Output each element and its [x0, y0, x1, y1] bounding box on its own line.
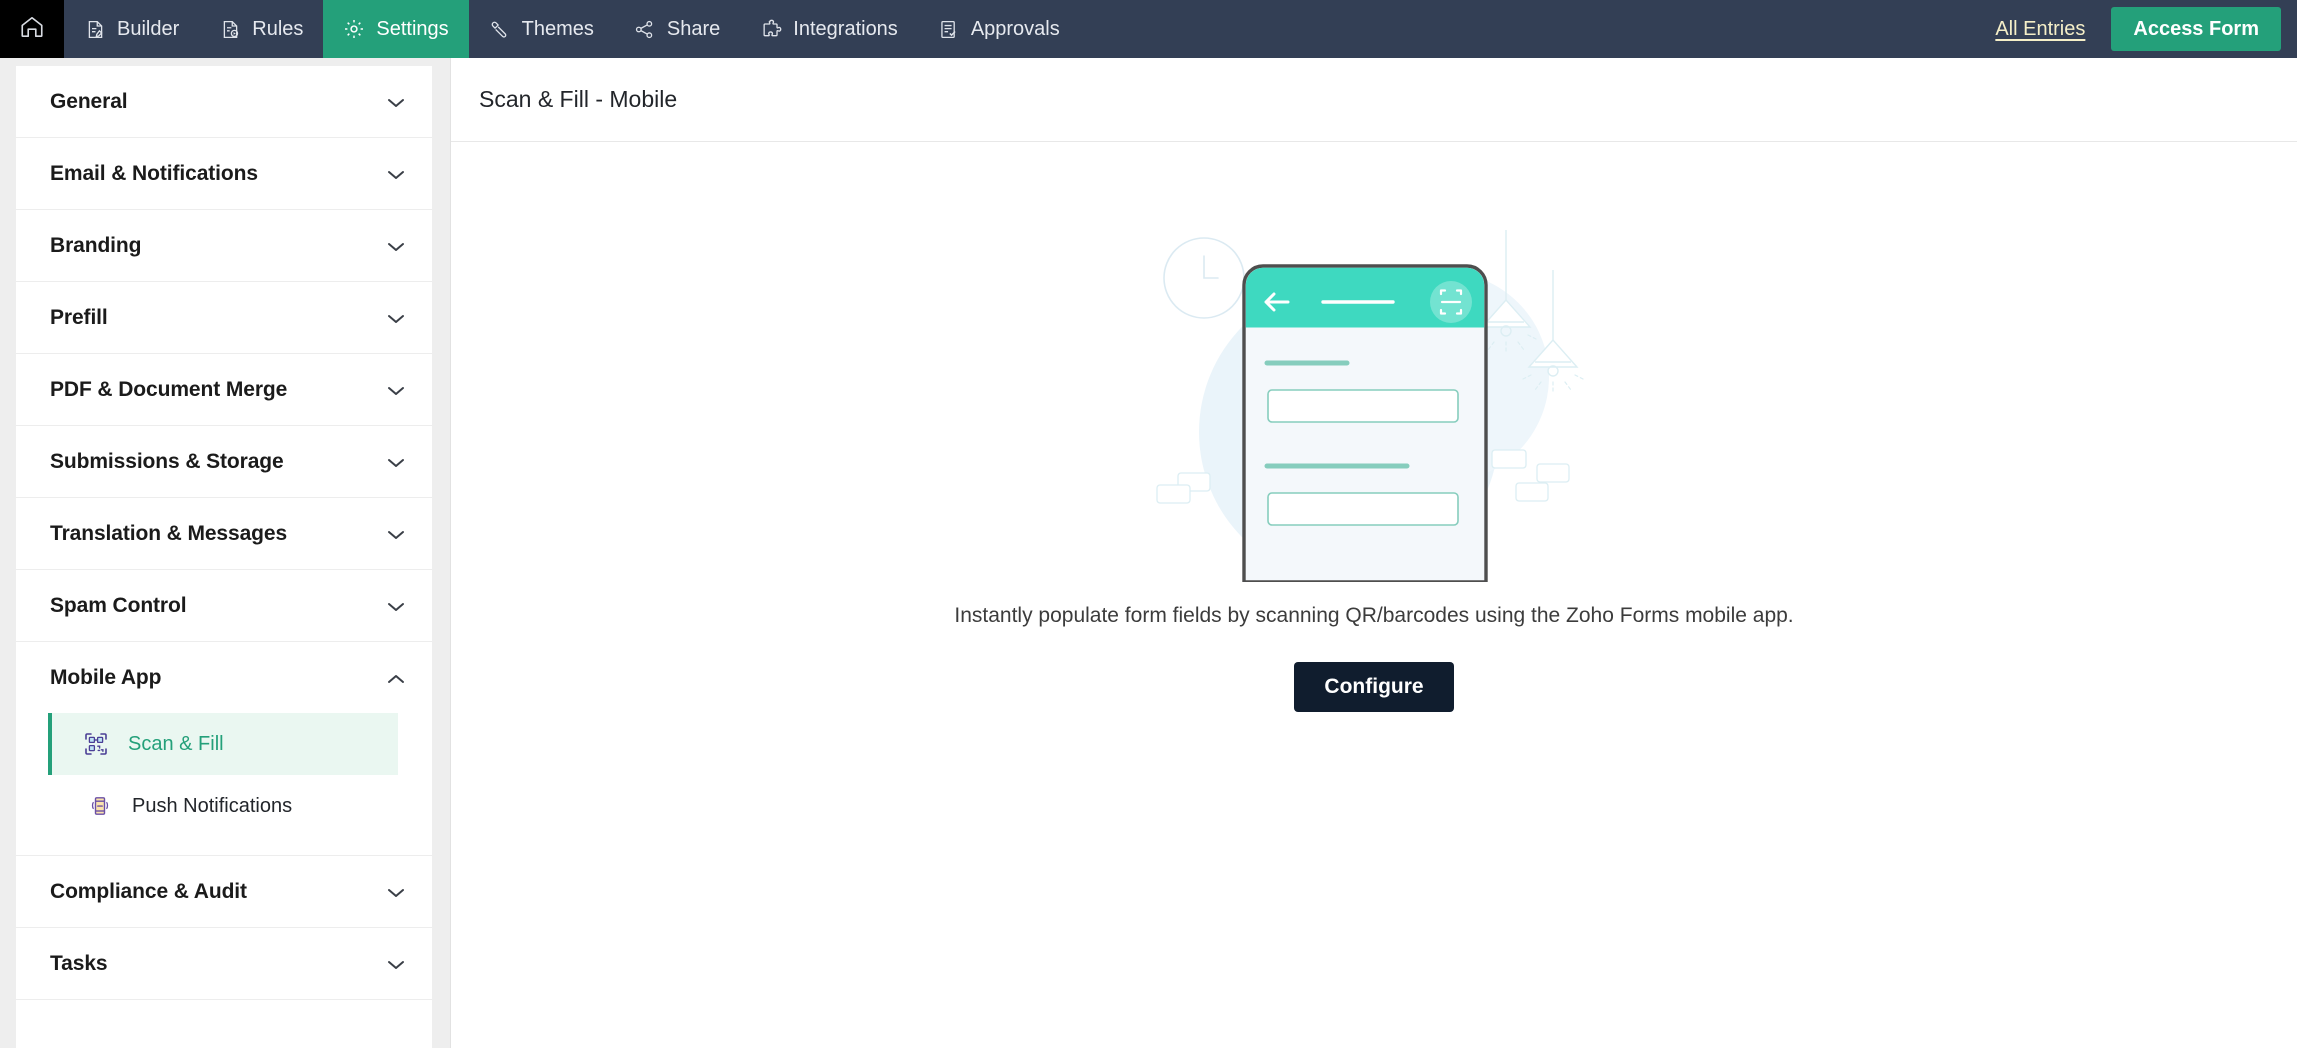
sidebar-section-header-spam-control[interactable]: Spam Control: [16, 570, 432, 641]
sidebar-section-general: General: [16, 66, 432, 138]
sidebar-section-translation-messages: Translation & Messages: [16, 498, 432, 570]
sidebar-section-header-compliance-audit[interactable]: Compliance & Audit: [16, 856, 432, 927]
top-navigation-bar: Builder Rules Settings Themes Share Inte…: [0, 0, 2297, 58]
sidebar-section-body-mobile-app: Scan & Fill Push Notifications: [16, 713, 432, 855]
settings-content-panel: Scan & Fill - Mobile Instantly populate …: [450, 58, 2297, 1048]
nav-item-label: Share: [666, 17, 721, 40]
settings-sidebar-card: General Email & Notifications Branding P…: [16, 66, 432, 1048]
sidebar-section-header-prefill[interactable]: Prefill: [16, 282, 432, 353]
sidebar-section-title: Submissions & Storage: [50, 449, 284, 473]
nav-item-settings[interactable]: Settings: [323, 0, 469, 58]
share-nodes-icon: [634, 18, 656, 40]
sidebar-section-tasks: Tasks: [16, 928, 432, 1000]
sidebar-section-title: Mobile App: [50, 665, 162, 689]
nav-item-share[interactable]: Share: [614, 0, 740, 58]
sidebar-section-spam-control: Spam Control: [16, 570, 432, 642]
scan-and-fill-phone-illustration: [1144, 202, 1604, 584]
home-icon: [19, 14, 45, 45]
sidebar-section-title: General: [50, 89, 128, 113]
sidebar-section-submissions-storage: Submissions & Storage: [16, 426, 432, 498]
chevron-up-icon: [386, 672, 406, 684]
sidebar-item-label: Push Notifications: [132, 794, 293, 817]
page-title: Scan & Fill - Mobile: [479, 86, 678, 112]
sidebar-section-pdf-document-merge: PDF & Document Merge: [16, 354, 432, 426]
nav-item-label: Themes: [521, 17, 594, 40]
sidebar-item-label: Scan & Fill: [128, 732, 224, 755]
nav-item-label: Rules: [252, 17, 304, 40]
chevron-down-icon: [386, 168, 406, 180]
nav-item-rules[interactable]: Rules: [199, 0, 323, 58]
sidebar-section-branding: Branding: [16, 210, 432, 282]
nav-item-label: Integrations: [793, 17, 898, 40]
all-entries-link[interactable]: All Entries: [1995, 18, 2085, 41]
sidebar-section-title: Spam Control: [50, 593, 187, 617]
sidebar-section-header-submissions-storage[interactable]: Submissions & Storage: [16, 426, 432, 497]
sidebar-section-header-translation-messages[interactable]: Translation & Messages: [16, 498, 432, 569]
push-notification-bell-icon: [86, 792, 114, 820]
chevron-down-icon: [386, 96, 406, 108]
nav-item-integrations[interactable]: Integrations: [740, 0, 918, 58]
nav-item-list: Builder Rules Settings Themes Share Inte…: [64, 0, 1080, 58]
nav-item-themes[interactable]: Themes: [469, 0, 614, 58]
chevron-down-icon: [386, 240, 406, 252]
chevron-down-icon: [386, 456, 406, 468]
feature-description: Instantly populate form fields by scanni…: [954, 604, 1794, 627]
home-button[interactable]: [0, 0, 64, 58]
sidebar-section-header-general[interactable]: General: [16, 66, 432, 137]
document-check-icon: [938, 18, 960, 40]
sidebar-section-header-pdf-document-merge[interactable]: PDF & Document Merge: [16, 354, 432, 425]
puzzle-piece-icon: [760, 18, 782, 40]
paint-roller-icon: [489, 18, 511, 40]
document-pencil-icon: [84, 18, 106, 40]
content-header: Scan & Fill - Mobile: [451, 58, 2297, 142]
chevron-down-icon: [386, 600, 406, 612]
sidebar-section-mobile-app: Mobile App Scan & Fill Push Notification…: [16, 642, 432, 856]
sidebar-section-compliance-audit: Compliance & Audit: [16, 856, 432, 928]
sidebar-section-prefill: Prefill: [16, 282, 432, 354]
chevron-down-icon: [386, 384, 406, 396]
chevron-down-icon: [386, 528, 406, 540]
sidebar-section-header-mobile-app[interactable]: Mobile App: [16, 642, 432, 713]
content-main: Instantly populate form fields by scanni…: [451, 142, 2297, 1048]
qr-code-icon: [82, 730, 110, 758]
sidebar-section-title: Email & Notifications: [50, 161, 258, 185]
nav-item-label: Approvals: [970, 17, 1060, 40]
sidebar-section-title: Compliance & Audit: [50, 879, 247, 903]
gear-icon: [343, 18, 365, 40]
chevron-down-icon: [386, 958, 406, 970]
sidebar-section-title: Prefill: [50, 305, 108, 329]
document-play-icon: [219, 18, 241, 40]
sidebar-section-title: PDF & Document Merge: [50, 377, 288, 401]
sidebar-section-email-notifications: Email & Notifications: [16, 138, 432, 210]
nav-item-label: Builder: [117, 17, 180, 40]
configure-button[interactable]: Configure: [1294, 662, 1454, 712]
topbar-actions: All Entries Access Form: [1995, 0, 2297, 58]
sidebar-item-scan-and-fill[interactable]: Scan & Fill: [48, 713, 398, 775]
nav-item-approvals[interactable]: Approvals: [918, 0, 1080, 58]
chevron-down-icon: [386, 312, 406, 324]
sidebar-section-header-email-notifications[interactable]: Email & Notifications: [16, 138, 432, 209]
sidebar-section-title: Translation & Messages: [50, 521, 288, 545]
sidebar-section-header-branding[interactable]: Branding: [16, 210, 432, 281]
sidebar-item-push-notifications[interactable]: Push Notifications: [48, 775, 398, 837]
nav-item-label: Settings: [376, 17, 449, 40]
access-form-button[interactable]: Access Form: [2111, 7, 2281, 51]
sidebar-section-header-tasks[interactable]: Tasks: [16, 928, 432, 999]
page-body: General Email & Notifications Branding P…: [0, 58, 2297, 1048]
nav-item-builder[interactable]: Builder: [64, 0, 199, 58]
settings-sidebar: General Email & Notifications Branding P…: [0, 58, 450, 1048]
chevron-down-icon: [386, 886, 406, 898]
sidebar-section-title: Branding: [50, 233, 142, 257]
sidebar-section-title: Tasks: [50, 951, 108, 975]
